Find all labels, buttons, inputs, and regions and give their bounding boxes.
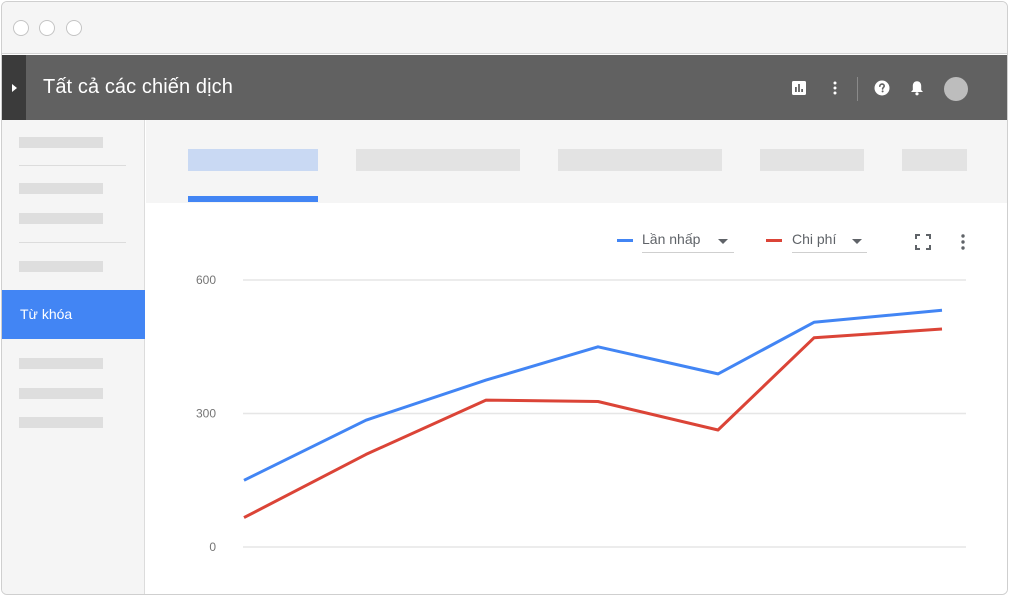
- report-icon[interactable]: [790, 79, 808, 97]
- sidebar-item-placeholder[interactable]: [19, 358, 103, 369]
- tab-3[interactable]: [558, 149, 722, 171]
- sidebar-divider: [19, 242, 126, 243]
- sidebar-item-placeholder[interactable]: [19, 137, 103, 148]
- app-window: Tất cả các chiến dịch Từ khóa Lần nhấp C…: [1, 1, 1008, 595]
- window-minimize-button[interactable]: [39, 20, 55, 36]
- drawer-toggle-button[interactable]: [2, 55, 26, 120]
- y-tick-label: 0: [209, 540, 216, 554]
- sidebar-item-keywords[interactable]: Từ khóa: [2, 290, 145, 339]
- window-maximize-button[interactable]: [66, 20, 82, 36]
- line-chart: 600 300 0: [196, 273, 966, 554]
- sidebar-item-placeholder[interactable]: [19, 213, 103, 224]
- sidebar-item-placeholder[interactable]: [19, 388, 103, 399]
- window-close-button[interactable]: [13, 20, 29, 36]
- series-line-2[interactable]: [243, 327, 943, 519]
- chart-panel: Lần nhấp Chi phí 600 300 0: [146, 203, 1007, 594]
- tab-5[interactable]: [902, 149, 967, 171]
- app-header: Tất cả các chiến dịch: [2, 55, 1007, 120]
- notifications-icon[interactable]: [908, 79, 926, 97]
- window-titlebar: [2, 2, 1007, 54]
- sidebar-divider: [19, 165, 126, 166]
- avatar[interactable]: [944, 77, 968, 101]
- tab-bar: [146, 120, 1007, 203]
- active-tab-indicator: [188, 196, 318, 202]
- page-title: Tất cả các chiến dịch: [43, 76, 233, 98]
- help-icon[interactable]: [873, 79, 891, 97]
- y-tick-label: 300: [196, 407, 216, 421]
- tab-1[interactable]: [188, 149, 318, 171]
- sidebar-item-placeholder[interactable]: [19, 183, 103, 194]
- sidebar-item-placeholder[interactable]: [19, 417, 103, 428]
- tab-2[interactable]: [356, 149, 520, 171]
- sidebar-item-placeholder[interactable]: [19, 261, 103, 272]
- y-tick-label: 600: [196, 273, 216, 287]
- more-vert-icon[interactable]: [826, 79, 844, 97]
- chevron-right-icon: [11, 83, 17, 92]
- sidebar: Từ khóa: [2, 120, 145, 594]
- tab-4[interactable]: [760, 149, 864, 171]
- header-divider: [857, 77, 858, 101]
